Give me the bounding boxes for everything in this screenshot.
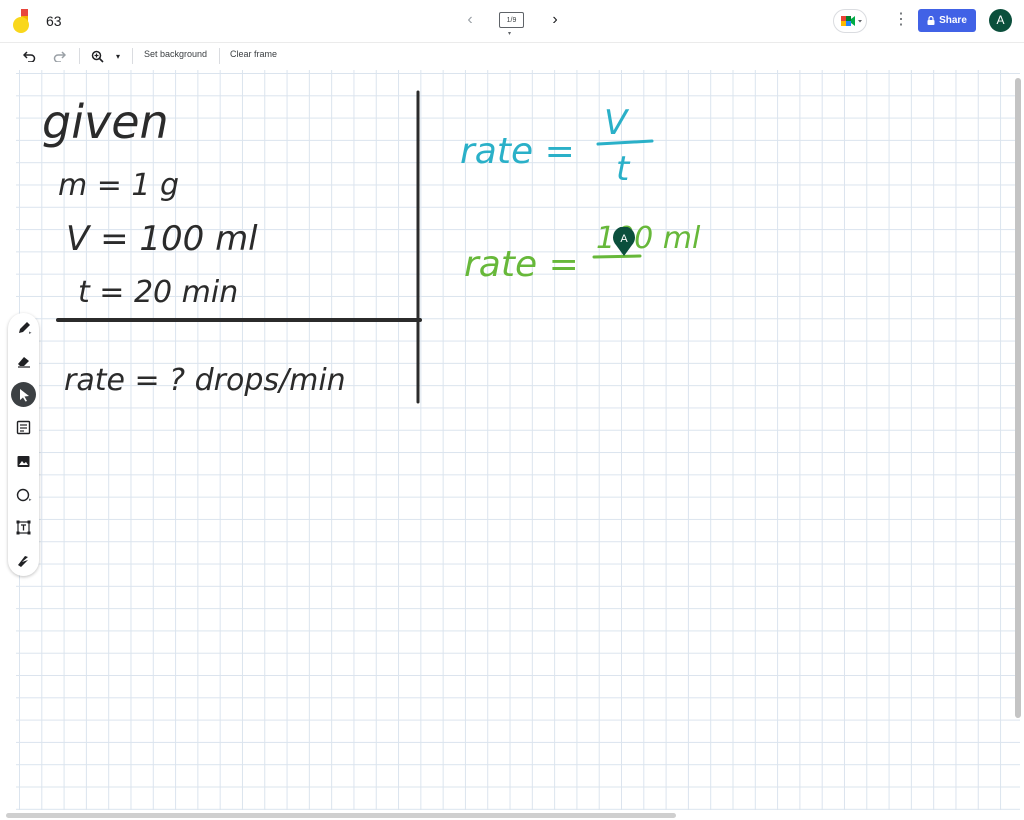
toolbar: ▾ Set background Clear frame <box>0 42 1024 69</box>
text-box-icon <box>16 520 31 535</box>
eraser-icon <box>17 356 30 368</box>
chevron-right-icon[interactable]: › <box>547 11 563 29</box>
undo-icon[interactable] <box>20 47 38 65</box>
svg-text:▸: ▸ <box>29 497 32 503</box>
collaborator-cursor: A <box>613 227 635 256</box>
svg-text:▸: ▸ <box>29 330 32 336</box>
share-button[interactable]: Share <box>918 9 976 32</box>
more-vert-icon[interactable]: ⋮ <box>893 11 909 31</box>
horizontal-scrollbar[interactable] <box>6 813 676 818</box>
meet-button[interactable] <box>833 9 867 33</box>
whiteboard-canvas[interactable] <box>16 70 1020 810</box>
circle-icon: ▸ <box>16 488 32 503</box>
avatar[interactable]: A <box>989 9 1012 32</box>
image-icon <box>17 456 30 467</box>
tool-palette: ▸ ▸ <box>8 313 39 576</box>
sticky-note-icon <box>16 420 31 435</box>
chevron-down-icon: ▾ <box>508 31 512 37</box>
document-title[interactable]: 63 <box>46 13 62 29</box>
vertical-scrollbar[interactable] <box>1015 78 1021 718</box>
set-background-button[interactable]: Set background <box>144 49 207 59</box>
toolbar-divider <box>219 48 220 64</box>
frame-counter: 1/9 <box>499 12 524 28</box>
shape-tool[interactable]: ▸ <box>11 482 36 507</box>
zoom-icon[interactable] <box>88 47 106 65</box>
text-box-tool[interactable] <box>11 515 36 540</box>
share-label: Share <box>939 15 967 26</box>
laser-icon <box>18 556 28 567</box>
google-meet-icon <box>841 16 862 26</box>
collaborator-cursor-initial: A <box>620 233 628 245</box>
pen-icon: ▸ <box>18 321 32 336</box>
select-icon <box>19 388 29 401</box>
image-tool[interactable] <box>11 449 36 474</box>
chevron-down-icon[interactable]: ▾ <box>112 47 124 65</box>
toolbar-divider <box>79 48 80 64</box>
clear-frame-button[interactable]: Clear frame <box>230 49 277 59</box>
chevron-left-icon[interactable]: ‹ <box>462 11 478 29</box>
redo-icon[interactable] <box>50 47 68 65</box>
select-tool[interactable] <box>11 382 36 407</box>
top-bar: 63 ‹ 1/9 ▾ › ⋮ Share A <box>0 0 1024 42</box>
frame-selector-button[interactable]: 1/9 ▾ <box>496 10 526 37</box>
toolbar-divider <box>132 48 133 64</box>
jamboard-logo-icon[interactable] <box>13 9 35 33</box>
laser-tool[interactable] <box>11 548 36 573</box>
lock-icon <box>927 16 935 25</box>
sticky-note-tool[interactable] <box>11 415 36 440</box>
pen-tool[interactable]: ▸ <box>11 315 36 340</box>
eraser-tool[interactable] <box>11 348 36 373</box>
